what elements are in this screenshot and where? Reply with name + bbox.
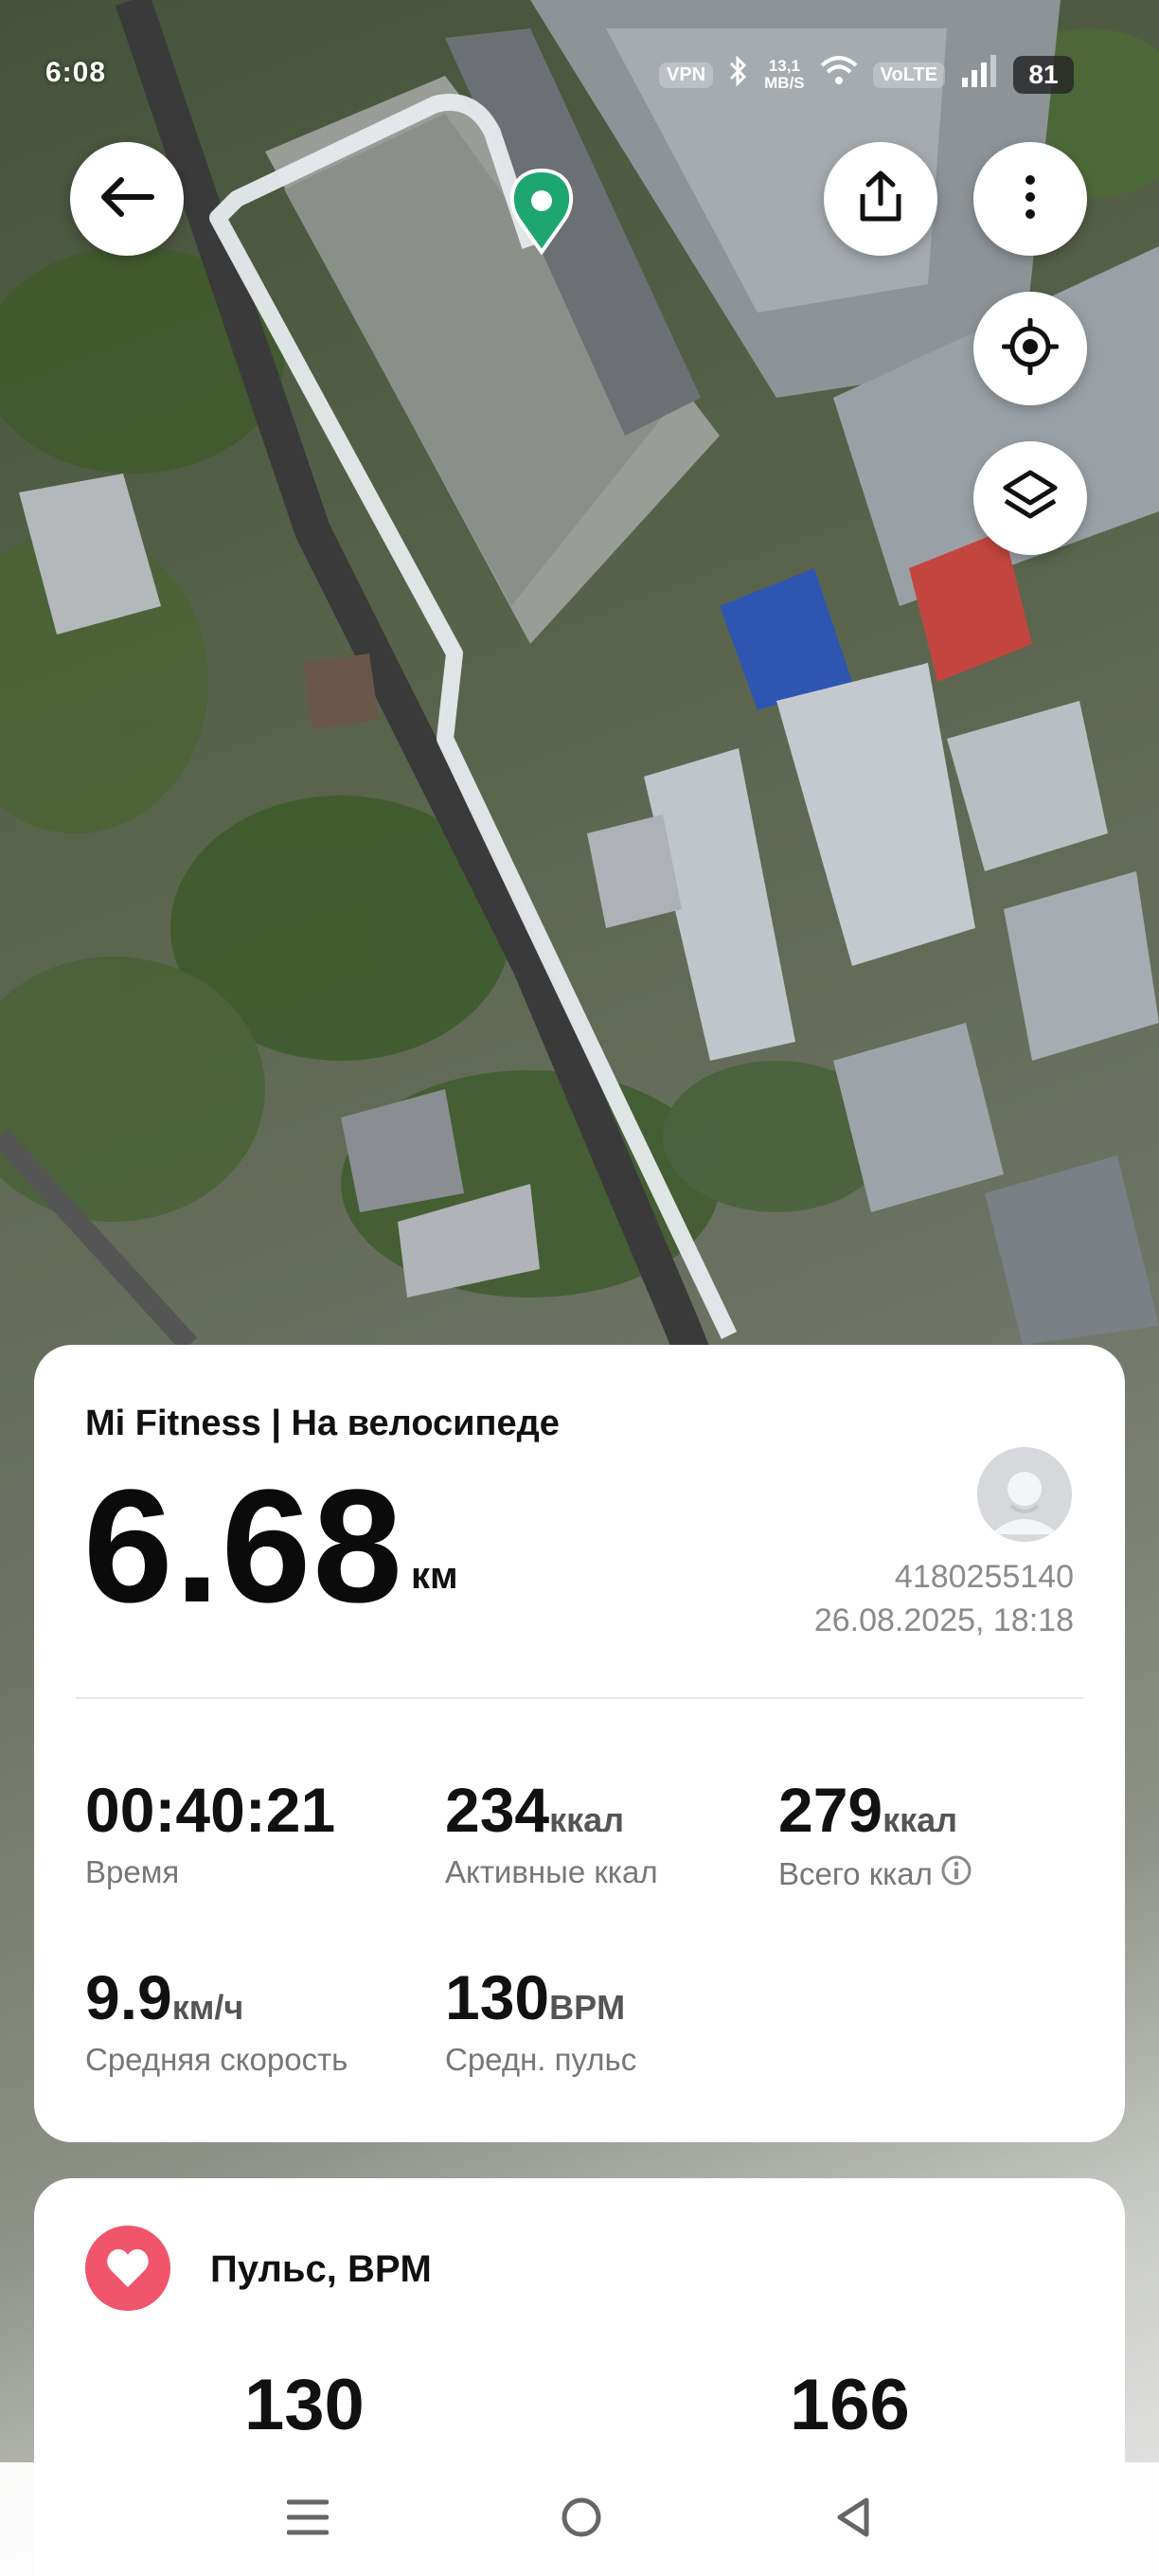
- workout-summary-card: Mi Fitness | На велосипеде 6.68 км 41802…: [34, 1345, 1125, 2142]
- stat-active-kcal-unit: ккал: [549, 1800, 625, 1839]
- info-icon[interactable]: [940, 1854, 972, 1894]
- user-avatar-icon: [977, 1447, 1072, 1542]
- stat-total-kcal-label-row: Всего ккал: [778, 1854, 972, 1894]
- home-circle-icon[interactable]: [561, 2496, 602, 2543]
- stat-total-kcal-unit: ккал: [883, 1800, 958, 1839]
- more-vertical-icon: [1023, 174, 1038, 224]
- distance-value: 6.68: [83, 1457, 404, 1637]
- stat-total-kcal-value: 279: [778, 1775, 883, 1845]
- more-options-button[interactable]: [973, 142, 1087, 256]
- status-time: 6:08: [45, 57, 107, 88]
- stat-time-label: Время: [85, 1854, 180, 1889]
- pulse-title: Пульс, BPM: [210, 2248, 432, 2290]
- stat-active-kcal-value: 234: [445, 1775, 550, 1845]
- workout-datetime: 26.08.2025, 18:18: [813, 1602, 1074, 1638]
- network-speed-unit: MB/S: [764, 74, 805, 92]
- menu-icon[interactable]: [286, 2498, 330, 2541]
- avatar[interactable]: [977, 1447, 1072, 1542]
- user-id: 4180255140: [894, 1559, 1074, 1595]
- bluetooth-icon: [728, 55, 749, 95]
- status-bar: 6:08 VPN 13,1 MB/S VoLTE 81: [0, 49, 1159, 106]
- stat-avg-speed: 9.9км/ч Средняя скорость: [85, 1966, 348, 2078]
- battery-indicator: 81: [1013, 56, 1074, 94]
- stat-avg-pulse: 130BPM Средн. пульс: [445, 1966, 636, 2078]
- system-nav-bar: [0, 2462, 1159, 2576]
- stat-avg-pulse-label: Средн. пульс: [445, 2042, 637, 2077]
- pulse-avg-value: 130: [244, 2365, 365, 2445]
- share-button[interactable]: [824, 142, 937, 256]
- stat-avg-pulse-unit: BPM: [549, 1988, 626, 2027]
- workout-title: Mi Fitness | На велосипеде: [85, 1404, 560, 1443]
- signal-icon: [960, 55, 998, 95]
- arrow-left-icon: [97, 174, 157, 224]
- share-icon: [855, 170, 906, 229]
- back-triangle-icon[interactable]: [834, 2496, 872, 2543]
- stat-total-kcal: 279ккал Всего ккал: [778, 1779, 972, 1894]
- layers-icon: [1002, 469, 1059, 528]
- vpn-badge: VPN: [659, 62, 714, 88]
- stat-avg-speed-value: 9.9: [85, 1962, 172, 2032]
- distance-unit: км: [411, 1555, 458, 1597]
- network-speed-value: 13,1: [768, 57, 800, 75]
- status-icons: VPN 13,1 MB/S VoLTE 81: [659, 55, 1074, 95]
- back-button[interactable]: [70, 142, 184, 256]
- stat-total-kcal-label: Всего ккал: [778, 1856, 933, 1891]
- stat-active-kcal-label: Активные ккал: [445, 1854, 658, 1889]
- locate-button[interactable]: [973, 292, 1087, 405]
- wifi-icon: [820, 56, 858, 94]
- stat-active-kcal: 234ккал Активные ккал: [445, 1779, 658, 1890]
- volte-badge: VoLTE: [872, 62, 945, 88]
- stat-avg-pulse-value: 130: [445, 1962, 550, 2032]
- divider: [76, 1697, 1083, 1699]
- heart-icon: [85, 2226, 170, 2311]
- stat-avg-speed-label: Средняя скорость: [85, 2042, 348, 2077]
- layers-button[interactable]: [973, 441, 1087, 555]
- stat-time: 00:40:21 Время: [85, 1779, 335, 1890]
- network-speed: 13,1 MB/S: [764, 58, 805, 92]
- stat-time-value: 00:40:21: [85, 1775, 336, 1845]
- stat-avg-speed-unit: км/ч: [171, 1988, 244, 2027]
- pulse-max-value: 166: [790, 2365, 910, 2445]
- crosshair-icon: [1001, 317, 1060, 380]
